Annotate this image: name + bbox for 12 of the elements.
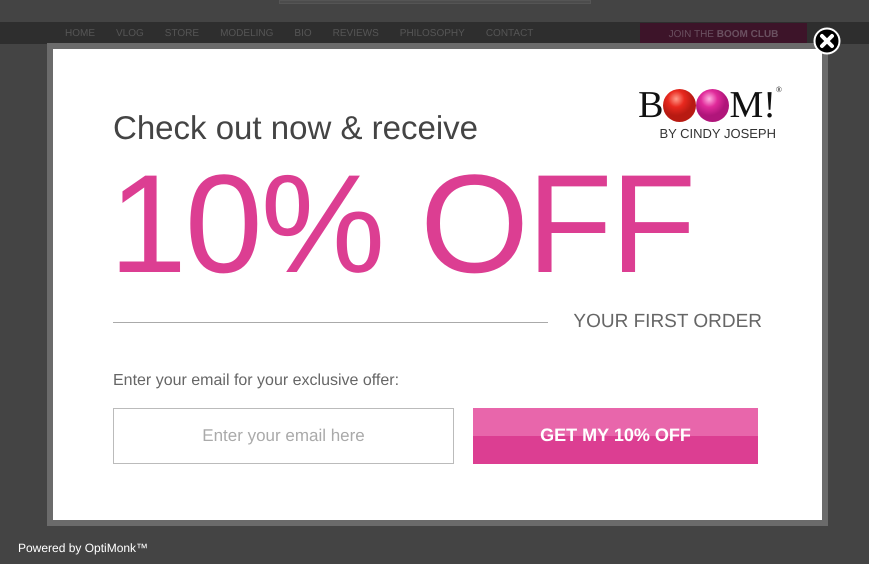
- logo-letters: M!: [729, 86, 776, 124]
- balls-icon: [663, 88, 730, 122]
- headline: Check out now & receive: [113, 111, 478, 144]
- discount-heading: 10% OFF: [109, 154, 694, 294]
- powered-by-text: Powered by OptiMonk™: [18, 540, 148, 557]
- submit-button[interactable]: GET MY 10% OFF: [473, 408, 758, 464]
- logo-letter: B: [638, 86, 664, 124]
- registered-mark: ®: [776, 86, 782, 94]
- email-field[interactable]: Enter your email here: [113, 408, 454, 464]
- subheading: YOUR FIRST ORDER: [573, 310, 762, 334]
- logo-tagline: BY CINDY JOSEPH: [659, 125, 776, 143]
- email-prompt: Enter your email for your exclusive offer:: [113, 370, 400, 390]
